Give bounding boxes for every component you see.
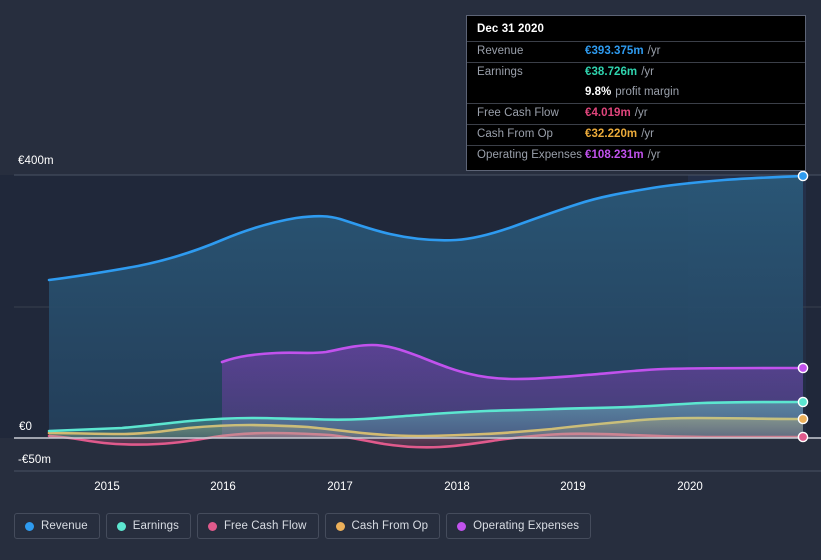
chart-tooltip: Dec 31 2020 Revenue €393.375m /yr Earnin… — [466, 15, 806, 171]
legend-item-operating-expenses[interactable]: Operating Expenses — [446, 513, 592, 539]
tooltip-label-revenue: Revenue — [477, 45, 524, 57]
x-axis-label-2020: 2020 — [677, 481, 703, 493]
legend-label-free-cash-flow: Free Cash Flow — [223, 520, 307, 532]
legend-item-cash-from-op[interactable]: Cash From Op — [324, 513, 441, 539]
tooltip-value-cash-from-op: €32.220m — [585, 128, 638, 140]
tooltip-title: Dec 31 2020 — [477, 23, 544, 35]
x-axis-label-2018: 2018 — [444, 481, 470, 493]
tooltip-unit-operating-expenses: /yr — [647, 149, 661, 161]
tooltip-value-revenue: €393.375m — [585, 45, 644, 57]
legend-label-earnings: Earnings — [132, 520, 179, 532]
legend-label-cash-from-op: Cash From Op — [351, 520, 429, 532]
operating-expenses-endpoint-marker[interactable] — [797, 362, 809, 374]
x-axis-label-2017: 2017 — [327, 481, 353, 493]
legend-item-free-cash-flow[interactable]: Free Cash Flow — [196, 513, 319, 539]
tooltip-label-operating-expenses: Operating Expenses — [477, 149, 583, 161]
legend-dot-earnings-icon — [116, 521, 126, 531]
tooltip-unit-cash-from-op: /yr — [641, 128, 654, 140]
y-axis-label-top: €400m — [18, 155, 54, 167]
cash-from-op-endpoint-marker[interactable] — [797, 413, 809, 425]
tooltip-row-earnings: Earnings €38.726m /yr — [467, 62, 805, 83]
tooltip-unit-earnings: /yr — [641, 66, 654, 78]
free-cash-flow-endpoint-marker[interactable] — [797, 431, 809, 443]
legend-dot-free-cash-flow-icon — [207, 521, 217, 531]
tooltip-text-profit-margin: profit margin — [615, 86, 680, 98]
y-axis-label-zero: €0 — [19, 421, 32, 433]
tooltip-unit-free-cash-flow: /yr — [634, 107, 648, 119]
tooltip-row-operating-expenses: Operating Expenses €108.231m /yr — [467, 145, 805, 166]
tooltip-label-free-cash-flow: Free Cash Flow — [477, 107, 559, 119]
x-axis-label-2016: 2016 — [210, 481, 236, 493]
x-axis-label-2015: 2015 — [94, 481, 120, 493]
legend-item-earnings[interactable]: Earnings — [105, 513, 191, 539]
tooltip-value-earnings: €38.726m — [585, 66, 638, 78]
tooltip-value-profit-margin: 9.8% — [585, 86, 612, 98]
legend-label-revenue: Revenue — [41, 520, 88, 532]
legend-label-operating-expenses: Operating Expenses — [473, 520, 580, 532]
earnings-endpoint-marker[interactable] — [797, 396, 809, 408]
tooltip-row-free-cash-flow: Free Cash Flow €4.019m /yr — [467, 103, 805, 124]
legend-item-revenue[interactable]: Revenue — [14, 513, 100, 539]
y-axis-label-bottom: -€50m — [18, 454, 52, 466]
legend-dot-cash-from-op-icon — [335, 521, 345, 531]
chart-legend: Revenue Earnings Free Cash Flow Cash Fro… — [14, 513, 592, 539]
revenue-endpoint-marker[interactable] — [797, 170, 809, 182]
chart-screenshot: €400m €0 -€50m 2015 2016 2017 2018 2019 … — [0, 0, 821, 560]
tooltip-value-operating-expenses: €108.231m — [585, 149, 644, 161]
tooltip-value-free-cash-flow: €4.019m — [585, 107, 631, 119]
tooltip-label-earnings: Earnings — [477, 66, 523, 78]
tooltip-row-profit-margin: 9.8% profit margin — [467, 83, 805, 103]
tooltip-row-revenue: Revenue €393.375m /yr — [467, 41, 805, 62]
tooltip-label-cash-from-op: Cash From Op — [477, 128, 554, 140]
tooltip-row-cash-from-op: Cash From Op €32.220m /yr — [467, 124, 805, 145]
x-axis-label-2019: 2019 — [560, 481, 586, 493]
legend-dot-operating-expenses-icon — [457, 521, 467, 531]
tooltip-unit-revenue: /yr — [647, 45, 661, 57]
legend-dot-revenue-icon — [25, 521, 34, 531]
